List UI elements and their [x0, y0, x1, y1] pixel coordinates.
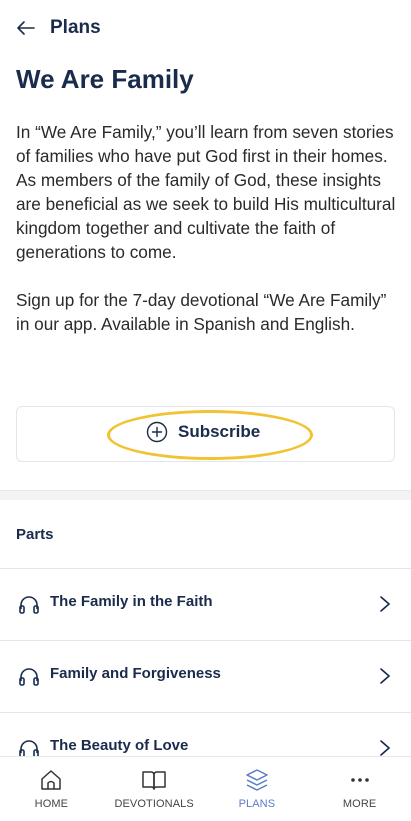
home-icon: [41, 770, 62, 790]
part-row[interactable]: The Family in the Faith: [0, 568, 411, 632]
subscribe-button[interactable]: Subscribe: [146, 421, 260, 443]
parts-section-header: Parts: [0, 500, 411, 568]
subscribe-card: Subscribe: [16, 406, 395, 462]
back-link-label[interactable]: Plans: [50, 17, 101, 39]
chevron-right-icon: [380, 740, 390, 756]
back-arrow-icon[interactable]: [16, 18, 36, 38]
nav-item-devotionals[interactable]: DEVOTIONALS: [103, 757, 206, 821]
book-icon: [142, 771, 166, 790]
part-title: Family and Forgiveness: [50, 665, 221, 682]
description-paragraph: Sign up for the 7-day devotional “We Are…: [16, 290, 387, 334]
headphones-icon: [19, 740, 39, 758]
plus-circle-icon: [146, 421, 168, 443]
section-divider: [0, 490, 411, 500]
chevron-right-icon: [380, 596, 390, 612]
part-title: The Beauty of Love: [50, 737, 189, 754]
nav-label: HOME: [34, 798, 69, 810]
headphones-icon: [19, 596, 39, 614]
nav-item-plans[interactable]: PLANS: [206, 757, 309, 821]
plan-description: In “We Are Family,” you’ll learn from se…: [16, 120, 398, 360]
layers-icon: [246, 769, 268, 791]
parts-heading: Parts: [16, 526, 54, 543]
headphones-icon: [19, 668, 39, 686]
part-row[interactable]: Family and Forgiveness: [0, 640, 411, 704]
top-bar: Plans: [0, 0, 411, 58]
more-icon: [350, 778, 369, 782]
subscribe-label: Subscribe: [178, 422, 261, 441]
part-title: The Family in the Faith: [50, 593, 213, 610]
description-paragraph: In “We Are Family,” you’ll learn from se…: [16, 122, 396, 262]
nav-label: MORE: [342, 798, 377, 810]
bottom-nav: HOME DEVOTIONALS PLANS MORE: [0, 756, 411, 821]
page-title: We Are Family: [16, 64, 194, 94]
nav-label: PLANS: [238, 798, 276, 810]
nav-label: DEVOTIONALS: [114, 798, 194, 810]
nav-item-home[interactable]: HOME: [0, 757, 103, 821]
nav-item-more[interactable]: MORE: [308, 757, 411, 821]
chevron-right-icon: [380, 668, 390, 684]
